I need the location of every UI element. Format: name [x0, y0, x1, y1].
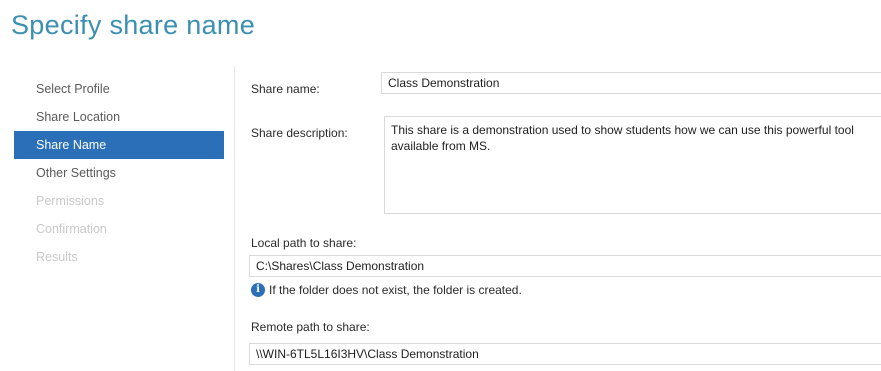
- share-name-label: Share name:: [251, 82, 320, 96]
- info-icon: i: [251, 283, 265, 297]
- wizard-nav: Select Profile Share Location Share Name…: [14, 75, 224, 271]
- local-path-label: Local path to share:: [251, 236, 357, 250]
- nav-divider: [234, 66, 235, 371]
- nav-item-select-profile[interactable]: Select Profile: [14, 75, 224, 103]
- nav-item-results: Results: [36, 250, 78, 264]
- nav-item-confirmation: Confirmation: [36, 222, 107, 236]
- info-text: If the folder does not exist, the folder…: [269, 283, 522, 297]
- page-title: Specify share name: [11, 10, 256, 40]
- local-path-field[interactable]: [249, 255, 881, 277]
- share-description-label: Share description:: [251, 126, 348, 140]
- remote-path-label: Remote path to share:: [251, 320, 370, 334]
- share-description-textarea[interactable]: This share is a demonstration used to sh…: [384, 116, 881, 214]
- share-name-input[interactable]: [381, 72, 881, 94]
- info-row: i If the folder does not exist, the fold…: [251, 283, 522, 297]
- nav-item-permissions: Permissions: [36, 194, 105, 208]
- nav-item-share-location[interactable]: Share Location: [14, 103, 224, 131]
- remote-path-field[interactable]: [249, 343, 881, 365]
- nav-item-other-settings[interactable]: Other Settings: [14, 159, 224, 187]
- nav-item-share-name[interactable]: Share Name: [14, 131, 224, 159]
